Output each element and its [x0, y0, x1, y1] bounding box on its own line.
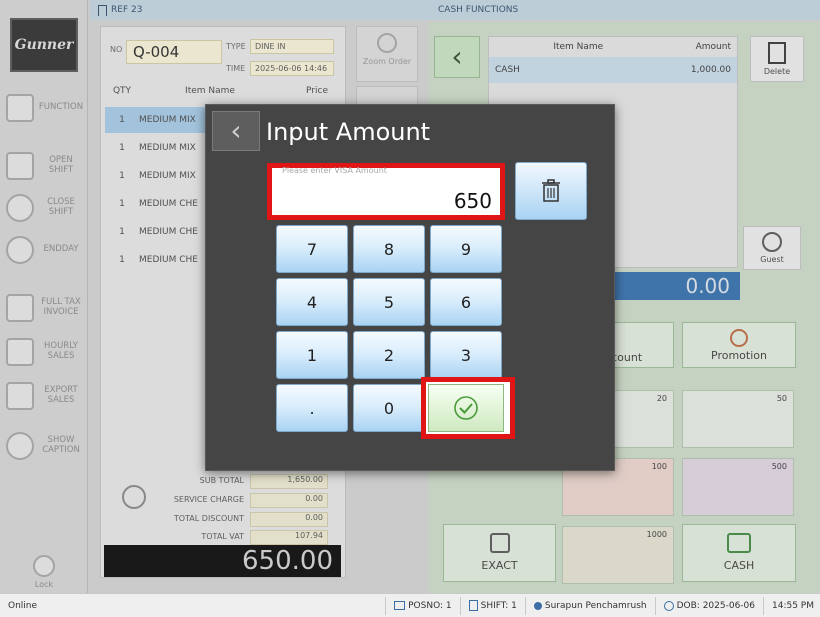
keypad-1-button[interactable]: 1: [276, 331, 348, 379]
dob-text: DOB: 2025-06-06: [676, 600, 755, 611]
shift-item: SHIFT: 1: [459, 596, 525, 615]
posno-text: POSNO: 1: [408, 600, 452, 611]
posno-item: POSNO: 1: [385, 596, 460, 615]
online-status: Online: [8, 600, 38, 611]
time-text: 14:55 PM: [772, 600, 814, 611]
confirm-button[interactable]: [428, 384, 504, 432]
user-icon: [533, 601, 542, 610]
time-item: 14:55 PM: [763, 596, 820, 615]
shift-icon: [468, 600, 478, 611]
dialog-back-button[interactable]: ‹: [212, 111, 260, 151]
dob-icon: [663, 600, 674, 611]
keypad-6-button[interactable]: 6: [430, 278, 502, 326]
clear-button[interactable]: [515, 162, 587, 220]
keypad-decimal-button[interactable]: .: [276, 384, 348, 432]
keypad-2-button[interactable]: 2: [353, 331, 425, 379]
status-bar: Online POSNO: 1 SHIFT: 1 Surapun Pencham…: [0, 593, 820, 617]
amount-input[interactable]: [276, 167, 498, 217]
keypad-3-button[interactable]: 3: [430, 331, 502, 379]
keypad-4-button[interactable]: 4: [276, 278, 348, 326]
keypad-0-button[interactable]: 0: [353, 384, 425, 432]
dob-item: DOB: 2025-06-06: [654, 596, 763, 615]
dialog-title: Input Amount: [266, 118, 431, 146]
keypad-9-button[interactable]: 9: [430, 225, 502, 273]
keypad-5-button[interactable]: 5: [353, 278, 425, 326]
user-text: Surapun Penchamrush: [544, 600, 647, 611]
shift-text: SHIFT: 1: [480, 600, 517, 611]
trash-icon: [542, 179, 560, 202]
user-item: Surapun Penchamrush: [524, 596, 655, 615]
keypad-8-button[interactable]: 8: [353, 225, 425, 273]
checkmark-icon: [454, 396, 478, 420]
keypad-7-button[interactable]: 7: [276, 225, 348, 273]
pos-icon: [394, 601, 406, 610]
